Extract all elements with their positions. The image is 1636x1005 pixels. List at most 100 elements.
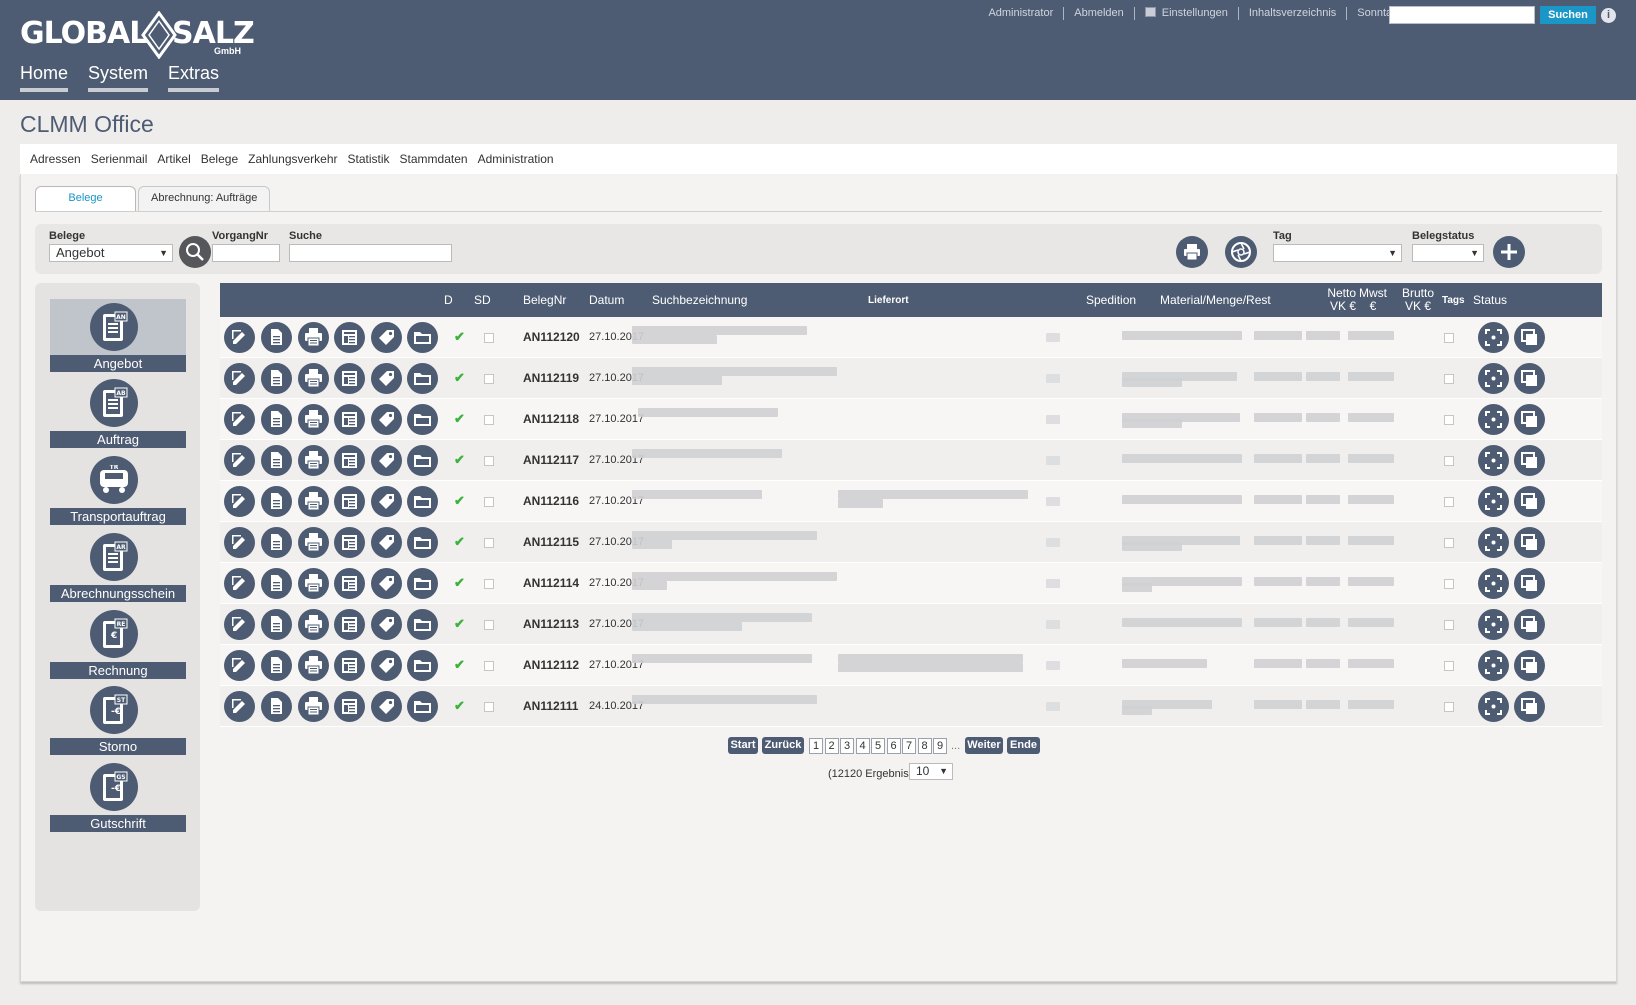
table-row[interactable]: ✔ AN112111 24.10.2017 bbox=[220, 686, 1602, 727]
row-copy-button[interactable] bbox=[1514, 568, 1545, 599]
page-number[interactable]: 4 bbox=[855, 738, 870, 754]
row-folder-button[interactable] bbox=[407, 363, 438, 394]
row-list-view-button[interactable] bbox=[334, 650, 365, 681]
tag-select[interactable]: ▼ bbox=[1273, 244, 1402, 262]
table-row[interactable]: ✔ AN112119 27.10.2017 bbox=[220, 358, 1602, 399]
nav-extras[interactable]: Extras bbox=[168, 63, 220, 92]
row-document-button[interactable] bbox=[261, 609, 292, 640]
row-document-button[interactable] bbox=[261, 486, 292, 517]
belegnr-cell[interactable]: AN112116 bbox=[523, 494, 579, 508]
sd-checkbox[interactable] bbox=[484, 661, 494, 671]
row-focus-button[interactable] bbox=[1478, 650, 1509, 681]
row-tag-button[interactable] bbox=[371, 404, 402, 435]
sd-checkbox[interactable] bbox=[484, 538, 494, 548]
row-folder-button[interactable] bbox=[407, 609, 438, 640]
page-next-button[interactable]: Weiter bbox=[965, 737, 1003, 754]
page-number[interactable]: 8 bbox=[917, 738, 932, 754]
col-tags[interactable]: Tags bbox=[1442, 283, 1465, 317]
row-print-document-button[interactable] bbox=[298, 609, 329, 640]
row-document-button[interactable] bbox=[261, 363, 292, 394]
row-document-button[interactable] bbox=[261, 568, 292, 599]
belegnr-cell[interactable]: AN112118 bbox=[523, 412, 579, 426]
nav-home[interactable]: Home bbox=[20, 63, 69, 92]
table-row[interactable]: ✔ AN112115 27.10.2017 bbox=[220, 522, 1602, 563]
row-print-document-button[interactable] bbox=[298, 568, 329, 599]
row-focus-button[interactable] bbox=[1478, 322, 1509, 353]
row-copy-button[interactable] bbox=[1514, 527, 1545, 558]
tab-abrechnung-auftraege[interactable]: Abrechnung: Aufträge bbox=[138, 186, 271, 211]
table-row[interactable]: ✔ AN112117 27.10.2017 bbox=[220, 440, 1602, 481]
row-folder-button[interactable] bbox=[407, 568, 438, 599]
row-tag-button[interactable] bbox=[371, 445, 402, 476]
row-list-view-button[interactable] bbox=[334, 486, 365, 517]
row-tag-button[interactable] bbox=[371, 486, 402, 517]
subnav-administration[interactable]: Administration bbox=[478, 152, 554, 166]
belegnr-cell[interactable]: AN112113 bbox=[523, 617, 579, 631]
row-folder-button[interactable] bbox=[407, 445, 438, 476]
row-copy-button[interactable] bbox=[1514, 691, 1545, 722]
link-administrator[interactable]: Administrator bbox=[978, 7, 1065, 20]
row-print-document-button[interactable] bbox=[298, 445, 329, 476]
subnav-stammdaten[interactable]: Stammdaten bbox=[400, 152, 468, 166]
row-edit-button[interactable] bbox=[224, 650, 255, 681]
page-number[interactable]: 9 bbox=[933, 738, 947, 754]
link-logout[interactable]: Abmelden bbox=[1064, 7, 1135, 20]
company-logo[interactable]: GLOBAL SALZ GmbH bbox=[20, 10, 255, 62]
row-folder-button[interactable] bbox=[407, 527, 438, 558]
table-row[interactable]: ✔ AN112112 27.10.2017 bbox=[220, 645, 1602, 686]
status-checkbox[interactable] bbox=[1444, 620, 1454, 630]
row-tag-button[interactable] bbox=[371, 568, 402, 599]
page-number[interactable]: 3 bbox=[840, 738, 854, 754]
row-document-button[interactable] bbox=[261, 650, 292, 681]
col-d[interactable]: D bbox=[444, 283, 453, 317]
table-row[interactable]: ✔ AN112113 27.10.2017 bbox=[220, 604, 1602, 645]
col-mwst[interactable]: Mwst € bbox=[1354, 283, 1392, 317]
subnav-statistik[interactable]: Statistik bbox=[348, 152, 390, 166]
belegnr-cell[interactable]: AN112117 bbox=[523, 453, 579, 467]
belegnr-cell[interactable]: AN112114 bbox=[523, 576, 579, 590]
sd-checkbox[interactable] bbox=[484, 497, 494, 507]
row-folder-button[interactable] bbox=[407, 404, 438, 435]
row-document-button[interactable] bbox=[261, 445, 292, 476]
status-checkbox[interactable] bbox=[1444, 661, 1454, 671]
row-tag-button[interactable] bbox=[371, 650, 402, 681]
row-copy-button[interactable] bbox=[1514, 363, 1545, 394]
col-spedition[interactable]: Spedition bbox=[1086, 283, 1136, 317]
col-sd[interactable]: SD bbox=[474, 283, 491, 317]
row-tag-button[interactable] bbox=[371, 609, 402, 640]
row-copy-button[interactable] bbox=[1514, 609, 1545, 640]
status-checkbox[interactable] bbox=[1444, 456, 1454, 466]
col-status[interactable]: Status bbox=[1473, 283, 1507, 317]
status-checkbox[interactable] bbox=[1444, 333, 1454, 343]
row-tag-button[interactable] bbox=[371, 691, 402, 722]
add-beleg-button[interactable] bbox=[1493, 236, 1525, 268]
table-row[interactable]: ✔ AN112118 27.10.2017 bbox=[220, 399, 1602, 440]
belegstatus-select[interactable]: ▼ bbox=[1412, 244, 1484, 262]
sd-checkbox[interactable] bbox=[484, 415, 494, 425]
row-focus-button[interactable] bbox=[1478, 404, 1509, 435]
col-lieferort[interactable]: Lieferort bbox=[868, 283, 909, 317]
belegnr-cell[interactable]: AN112120 bbox=[523, 330, 580, 344]
subnav-artikel[interactable]: Artikel bbox=[157, 152, 190, 166]
status-checkbox[interactable] bbox=[1444, 702, 1454, 712]
suche-input[interactable] bbox=[289, 244, 452, 262]
page-start-button[interactable]: Start bbox=[728, 737, 758, 754]
row-folder-button[interactable] bbox=[407, 322, 438, 353]
col-material[interactable]: Material/Menge/Rest bbox=[1160, 283, 1271, 317]
row-list-view-button[interactable] bbox=[334, 322, 365, 353]
row-tag-button[interactable] bbox=[371, 322, 402, 353]
status-checkbox[interactable] bbox=[1444, 497, 1454, 507]
row-focus-button[interactable] bbox=[1478, 445, 1509, 476]
row-print-document-button[interactable] bbox=[298, 322, 329, 353]
tab-belege[interactable]: Belege bbox=[35, 186, 136, 211]
row-edit-button[interactable] bbox=[224, 363, 255, 394]
sd-checkbox[interactable] bbox=[484, 333, 494, 343]
row-list-view-button[interactable] bbox=[334, 363, 365, 394]
row-document-button[interactable] bbox=[261, 404, 292, 435]
col-brutto[interactable]: Brutto VK € bbox=[1398, 283, 1438, 317]
row-print-document-button[interactable] bbox=[298, 527, 329, 558]
page-end-button[interactable]: Ende bbox=[1007, 737, 1040, 754]
row-edit-button[interactable] bbox=[224, 527, 255, 558]
row-list-view-button[interactable] bbox=[334, 568, 365, 599]
row-edit-button[interactable] bbox=[224, 609, 255, 640]
